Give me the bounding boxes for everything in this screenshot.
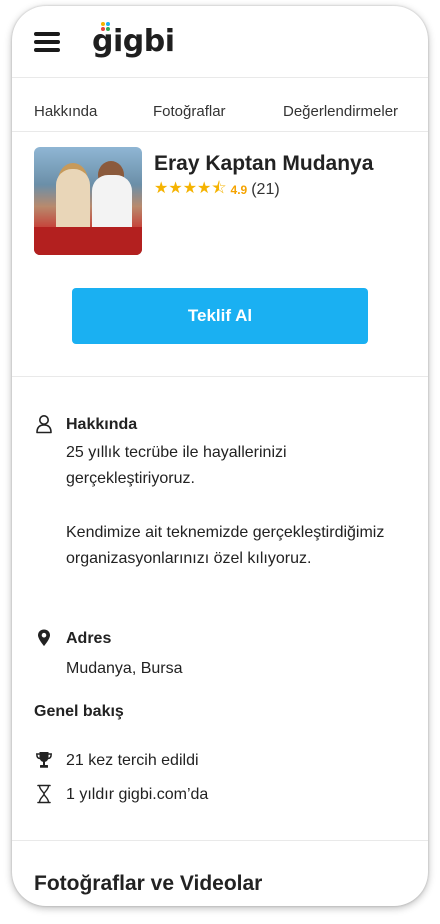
rating-stars-icon: ★★★★⯪ xyxy=(154,179,227,197)
review-count: (21) xyxy=(251,181,280,198)
divider xyxy=(12,840,428,841)
about-title: Hakkında xyxy=(66,416,138,433)
photos-videos-title: Fotoğraflar ve Videolar xyxy=(34,872,263,895)
teklif-al-button[interactable]: Teklif Al xyxy=(72,288,368,344)
tab-fotograflar[interactable]: Fotoğraflar xyxy=(153,103,226,120)
top-bar: gigbi xyxy=(12,6,428,78)
hamburger-menu-icon[interactable] xyxy=(34,32,60,52)
rating-row[interactable]: ★★★★⯪ 4.9 (21) xyxy=(154,180,280,200)
overview-item-preferred: 21 kez tercih edildi xyxy=(66,752,199,769)
section-tabs: Hakkında Fotoğraflar Değerlendirmeler xyxy=(12,78,428,132)
overview-title: Genel bakış xyxy=(34,703,124,720)
address-title: Adres xyxy=(66,630,112,647)
trophy-icon xyxy=(36,752,52,768)
rating-score: 4.9 xyxy=(230,183,248,197)
vendor-name: Eray Kaptan Mudanya xyxy=(154,152,374,175)
about-paragraph-1: 25 yıllık tecrübe ile hayallerinizi gerç… xyxy=(66,444,287,487)
phone-frame: gigbi Hakkında Fotoğraflar Değerlendirme… xyxy=(12,6,428,906)
user-icon xyxy=(36,415,52,434)
logo-dots-icon xyxy=(101,22,111,32)
about-paragraph-2: Kendimize ait teknemizde gerçekleştirdiğ… xyxy=(66,524,385,567)
tab-degerlendirmeler[interactable]: Değerlendirmeler xyxy=(283,103,398,120)
logo[interactable]: gigbi xyxy=(92,22,175,59)
overview-item-membership: 1 yıldır gigbi.com’da xyxy=(66,786,209,803)
map-pin-icon xyxy=(38,629,50,646)
tab-hakkinda[interactable]: Hakkında xyxy=(34,103,97,120)
address-value: Mudanya, Bursa xyxy=(66,660,183,677)
divider xyxy=(12,376,428,377)
vendor-photo[interactable] xyxy=(34,147,142,255)
hourglass-icon xyxy=(37,784,51,804)
